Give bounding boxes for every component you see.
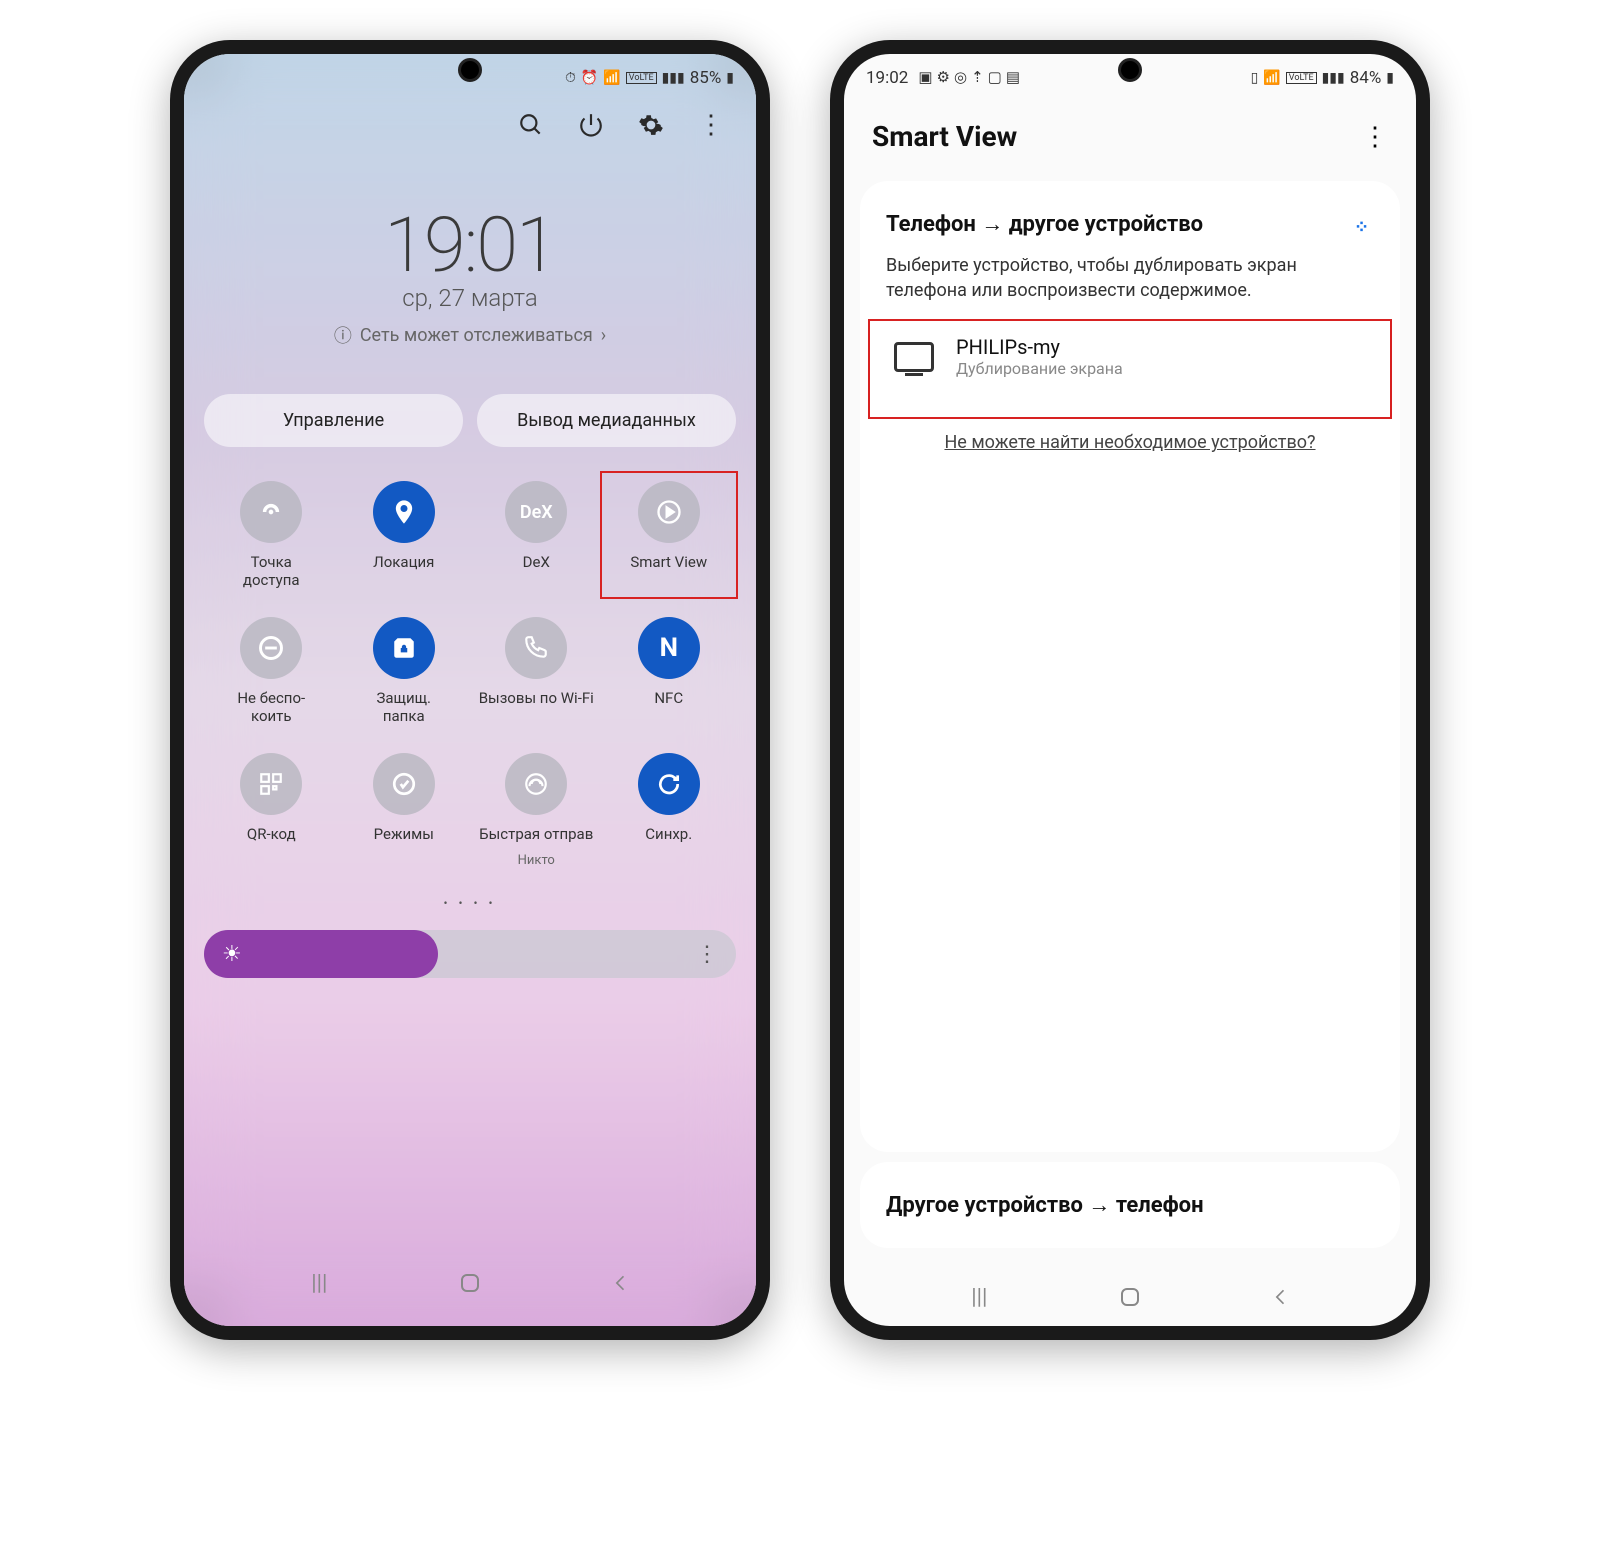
info-icon: ⓘ bbox=[334, 322, 352, 348]
qs-tile-location[interactable]: Локация bbox=[343, 481, 466, 589]
tile-label: Smart View bbox=[630, 553, 707, 571]
nav-back[interactable] bbox=[1261, 1282, 1301, 1312]
brightness-icon: ☀ bbox=[222, 942, 242, 967]
tile-label: Локация bbox=[373, 553, 434, 571]
page-indicator: • • • • bbox=[184, 888, 756, 918]
battery-percent: 85% bbox=[690, 68, 722, 88]
search-icon[interactable] bbox=[516, 110, 546, 140]
cant-find-link[interactable]: Не можете найти необходимое устройство? bbox=[886, 432, 1374, 453]
tab-media-output[interactable]: Вывод медиаданных bbox=[477, 394, 736, 447]
nav-recents[interactable]: ||| bbox=[959, 1282, 999, 1312]
gear-icon[interactable] bbox=[636, 110, 666, 140]
tile-label: Не беспо- коить bbox=[237, 689, 305, 725]
sync-icon bbox=[638, 753, 700, 815]
volte-icon: VoLTE bbox=[626, 72, 657, 84]
device-to-phone-card[interactable]: Другое устройство → телефон bbox=[860, 1162, 1400, 1248]
tile-label: Защищ. папка bbox=[376, 689, 431, 725]
status-time: 19:02 bbox=[866, 68, 908, 88]
tile-label: QR-код bbox=[247, 825, 296, 843]
alarm-icon: ⏰ bbox=[581, 70, 598, 86]
nav-recents[interactable]: ||| bbox=[299, 1268, 339, 1298]
power-icon[interactable] bbox=[576, 110, 606, 140]
battery-icon: ▮ bbox=[726, 70, 734, 86]
camera-cutout bbox=[458, 58, 482, 82]
qs-tile-wifi-tether[interactable]: Точка доступа bbox=[210, 481, 333, 589]
reverse-direction-label: Другое устройство → телефон bbox=[886, 1192, 1374, 1218]
brightness-slider[interactable]: ☀ ⋮ bbox=[204, 930, 736, 978]
chevron-right-icon: › bbox=[601, 325, 606, 346]
battery-icon: ▮ bbox=[1386, 70, 1394, 86]
page-title: Smart View bbox=[872, 120, 1017, 153]
status-hotspot-icon: ⇡ bbox=[971, 68, 984, 88]
phone-to-device-card: Телефон → другое устройство Выберите уст… bbox=[860, 181, 1400, 1152]
tile-label: Синхр. bbox=[645, 825, 692, 843]
nfc-icon: N bbox=[638, 617, 700, 679]
quickshare-icon bbox=[505, 753, 567, 815]
tv-icon bbox=[894, 342, 934, 372]
nav-back[interactable] bbox=[601, 1268, 641, 1298]
sparkle-icon bbox=[1354, 214, 1374, 234]
qs-tile-secure-folder[interactable]: Защищ. папка bbox=[343, 617, 466, 725]
signal-icon: ▮▮▮ bbox=[662, 70, 685, 86]
status-image-icon: ▢ bbox=[988, 68, 1002, 88]
battery-save-icon: ▯ bbox=[1251, 70, 1259, 86]
brightness-more-icon[interactable]: ⋮ bbox=[696, 942, 718, 967]
qs-tile-quickshare[interactable]: Быстрая отправ Никто bbox=[475, 753, 598, 868]
device-item-philips[interactable]: PHILIPs-my Дублирование экрана bbox=[886, 315, 1374, 398]
phone-frame-left: ⏱ ⏰ 📶 VoLTE ▮▮▮ 85% ▮ bbox=[170, 40, 770, 1340]
qs-tile-smartview[interactable]: Smart View bbox=[608, 481, 731, 589]
clock-time: 19:01 bbox=[184, 200, 756, 290]
qs-tile-sync[interactable]: Синхр. bbox=[608, 753, 731, 868]
network-monitored-note[interactable]: ⓘ Сеть может отслеживаться › bbox=[184, 322, 756, 348]
secure-folder-icon bbox=[373, 617, 435, 679]
location-icon bbox=[373, 481, 435, 543]
speed-icon: ⏱ bbox=[565, 70, 576, 86]
phone-frame-right: 19:02 ▣ ⚙ ◎ ⇡ ▢ ▤ ▯ 📶 VoLTE ▮▮▮ 84% ▮ bbox=[830, 40, 1430, 1340]
qs-tile-dex[interactable]: DeX DeX bbox=[475, 481, 598, 589]
tile-sublabel: Никто bbox=[518, 853, 555, 868]
qs-tile-qr[interactable]: QR-код bbox=[210, 753, 333, 868]
device-subtitle: Дублирование экрана bbox=[956, 359, 1123, 378]
device-name: PHILIPs-my bbox=[956, 335, 1123, 359]
qs-tile-wifi-call[interactable]: Вызовы по Wi-Fi bbox=[475, 617, 598, 725]
direction-label: Телефон → другое устройство bbox=[886, 211, 1203, 237]
qs-tile-dnd[interactable]: Не беспо- коить bbox=[210, 617, 333, 725]
dnd-icon bbox=[240, 617, 302, 679]
qs-tile-modes[interactable]: Режимы bbox=[343, 753, 466, 868]
tab-manage[interactable]: Управление bbox=[204, 394, 463, 447]
clock-date: ср, 27 марта bbox=[184, 284, 756, 312]
dex-icon: DeX bbox=[505, 481, 567, 543]
tile-label: Быстрая отправ bbox=[479, 825, 593, 843]
tile-label: Точка доступа bbox=[243, 553, 300, 589]
battery-percent: 84% bbox=[1350, 68, 1382, 88]
wifi-call-icon bbox=[505, 617, 567, 679]
instruction-text: Выберите устройство, чтобы дублировать э… bbox=[886, 253, 1374, 303]
volte-icon: VoLTE bbox=[1286, 72, 1317, 84]
status-misc-icon: ◎ bbox=[954, 68, 967, 88]
nav-home[interactable] bbox=[450, 1268, 490, 1298]
nav-home[interactable] bbox=[1110, 1282, 1150, 1312]
tile-label: NFC bbox=[654, 689, 683, 707]
wifi-icon: 📶 bbox=[1263, 70, 1280, 86]
more-icon[interactable]: ⋮ bbox=[696, 110, 726, 140]
tile-label: Вызовы по Wi-Fi bbox=[479, 689, 594, 707]
smartview-icon bbox=[638, 481, 700, 543]
tile-label: DeX bbox=[523, 553, 550, 571]
wifi-icon: 📶 bbox=[603, 70, 620, 86]
wifi-tether-icon bbox=[240, 481, 302, 543]
status-sd-icon: ▤ bbox=[1006, 68, 1020, 88]
modes-icon bbox=[373, 753, 435, 815]
status-gear-icon: ⚙ bbox=[937, 68, 950, 88]
more-icon[interactable]: ⋮ bbox=[1362, 122, 1388, 152]
status-app-icon: ▣ bbox=[918, 68, 932, 88]
qr-icon bbox=[240, 753, 302, 815]
tile-label: Режимы bbox=[374, 825, 434, 843]
signal-icon: ▮▮▮ bbox=[1322, 70, 1345, 86]
qs-tile-nfc[interactable]: N NFC bbox=[608, 617, 731, 725]
camera-cutout bbox=[1118, 58, 1142, 82]
